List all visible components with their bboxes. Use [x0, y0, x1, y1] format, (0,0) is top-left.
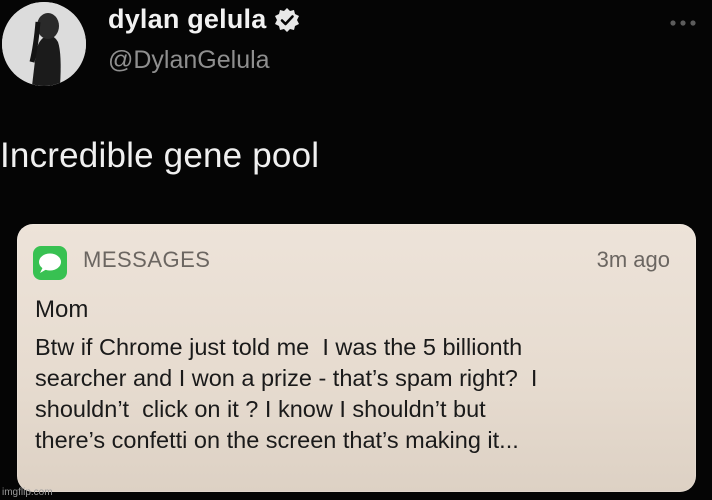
- messages-app-icon: [33, 246, 67, 280]
- tweet-header: dylan gelula @DylanGelula: [0, 0, 712, 100]
- speech-bubble-icon: [39, 253, 61, 273]
- watermark: imgflip.com: [2, 487, 53, 498]
- verified-badge-icon: [275, 7, 300, 32]
- notification-app-name: MESSAGES: [83, 247, 211, 272]
- notification-body: Btw if Chrome just told me I was the 5 b…: [35, 332, 537, 456]
- display-name-row: dylan gelula: [108, 4, 300, 35]
- notification-body-line: searcher and I won a prize - that’s spam…: [35, 365, 538, 391]
- notification-time: 3m ago: [596, 247, 670, 272]
- tweet-text: Incredible gene pool: [0, 136, 320, 175]
- more-options-icon[interactable]: [668, 18, 698, 28]
- display-name[interactable]: dylan gelula: [108, 4, 266, 35]
- avatar[interactable]: [2, 2, 86, 86]
- messages-notification[interactable]: MESSAGES 3m ago Mom Btw if Chrome just t…: [17, 224, 696, 492]
- notification-body-line: Btw if Chrome just told me I was the 5 b…: [35, 334, 523, 360]
- notification-body-line: shouldn’t click on it ? I know I shouldn…: [35, 396, 486, 422]
- notification-body-line: there’s confetti on the screen that’s ma…: [35, 427, 519, 453]
- notification-sender: Mom: [35, 296, 89, 323]
- profile-photo-icon: [2, 2, 86, 86]
- user-handle[interactable]: @DylanGelula: [108, 46, 270, 75]
